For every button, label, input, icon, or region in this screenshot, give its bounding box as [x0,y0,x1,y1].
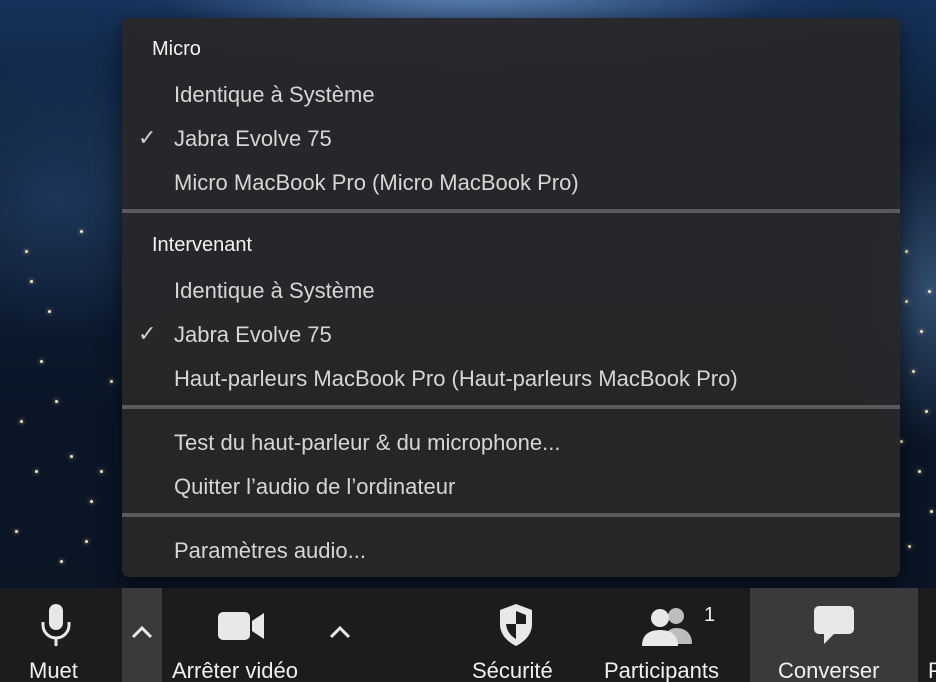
checkmark-icon: ✓ [138,125,157,150]
menu-item-micro-same-as-system[interactable]: Identique à Système [122,74,900,116]
chat-bubble-icon [814,606,854,644]
city-light-dot [920,330,923,333]
city-light-dot [90,500,93,503]
menu-item-label: Identique à Système [174,82,375,107]
menu-item-label: Jabra Evolve 75 [174,322,332,347]
video-options-arrow-button[interactable] [320,588,360,682]
city-light-dot [48,310,51,313]
city-light-dot [928,290,931,293]
participants-button[interactable]: 1 Participants [596,588,744,682]
city-light-dot [40,360,43,363]
city-light-dot [912,370,915,373]
chat-label: Converser [778,658,880,682]
checkmark-icon: ✓ [138,321,157,346]
video-camera-icon [218,612,264,640]
chevron-up-icon [329,625,351,639]
mute-button[interactable]: Muet [0,588,112,682]
stop-video-button[interactable]: Arrêter vidéo [164,588,324,682]
city-light-dot [918,470,921,473]
city-light-dot [15,530,18,533]
menu-item-label: Paramètres audio... [174,538,366,563]
menu-item-label: Identique à Système [174,278,375,303]
overflow-label: P [928,658,936,682]
city-light-dot [30,280,33,283]
menu-item-test-audio[interactable]: Test du haut-parleur & du microphone... [122,422,900,464]
city-light-dot [110,380,113,383]
city-light-dot [930,510,933,513]
menu-separator [122,513,900,517]
audio-menu: Micro Identique à Système ✓ Jabra Evolve… [122,18,900,577]
menu-item-speaker-jabra[interactable]: ✓ Jabra Evolve 75 [122,314,900,356]
meeting-toolbar: Muet Arrêter vidéo Sécurité 1 Participan… [0,588,936,682]
stop-video-label: Arrêter vidéo [172,658,298,682]
city-light-dot [908,545,911,548]
menu-item-label: Jabra Evolve 75 [174,126,332,151]
city-light-dot [905,300,908,303]
menu-item-speaker-macbook[interactable]: Haut-parleurs MacBook Pro (Haut-parleurs… [122,358,900,400]
city-light-dot [905,250,908,253]
menu-item-micro-jabra[interactable]: ✓ Jabra Evolve 75 [122,118,900,160]
menu-separator [122,209,900,213]
menu-item-leave-computer-audio[interactable]: Quitter l’audio de l’ordinateur [122,466,900,508]
menu-item-micro-macbook[interactable]: Micro MacBook Pro (Micro MacBook Pro) [122,162,900,204]
city-light-dot [925,410,928,413]
security-label: Sécurité [472,658,553,682]
menu-item-speaker-same-as-system[interactable]: Identique à Système [122,270,900,312]
microphone-icon [41,604,71,646]
city-light-dot [25,250,28,253]
participants-count-badge: 1 [704,604,716,626]
audio-options-arrow-button[interactable] [122,588,162,682]
city-light-dot [35,470,38,473]
menu-item-label: Haut-parleurs MacBook Pro (Haut-parleurs… [174,366,738,391]
menu-item-label: Test du haut-parleur & du microphone... [174,430,561,455]
city-light-dot [60,560,63,563]
chat-button[interactable]: Converser [750,588,918,682]
participants-icon [642,608,692,646]
city-light-dot [85,540,88,543]
city-light-dot [20,420,23,423]
security-button[interactable]: Sécurité [464,588,568,682]
menu-separator [122,405,900,409]
chevron-up-icon [131,625,153,639]
menu-item-audio-settings[interactable]: Paramètres audio... [122,530,900,572]
city-light-dot [100,470,103,473]
meeting-view: Micro Identique à Système ✓ Jabra Evolve… [0,0,936,682]
speaker-section-header: Intervenant [152,234,253,256]
shield-icon [500,604,532,646]
city-light-dot [55,400,58,403]
city-light-dot [900,440,903,443]
city-light-dot [70,455,73,458]
menu-item-label: Quitter l’audio de l’ordinateur [174,474,456,499]
participants-label: Participants [604,658,719,682]
mute-label: Muet [29,658,78,682]
share-screen-button[interactable]: P [926,588,936,682]
micro-section-header: Micro [152,38,201,60]
menu-item-label: Micro MacBook Pro (Micro MacBook Pro) [174,170,579,195]
city-light-dot [80,230,83,233]
